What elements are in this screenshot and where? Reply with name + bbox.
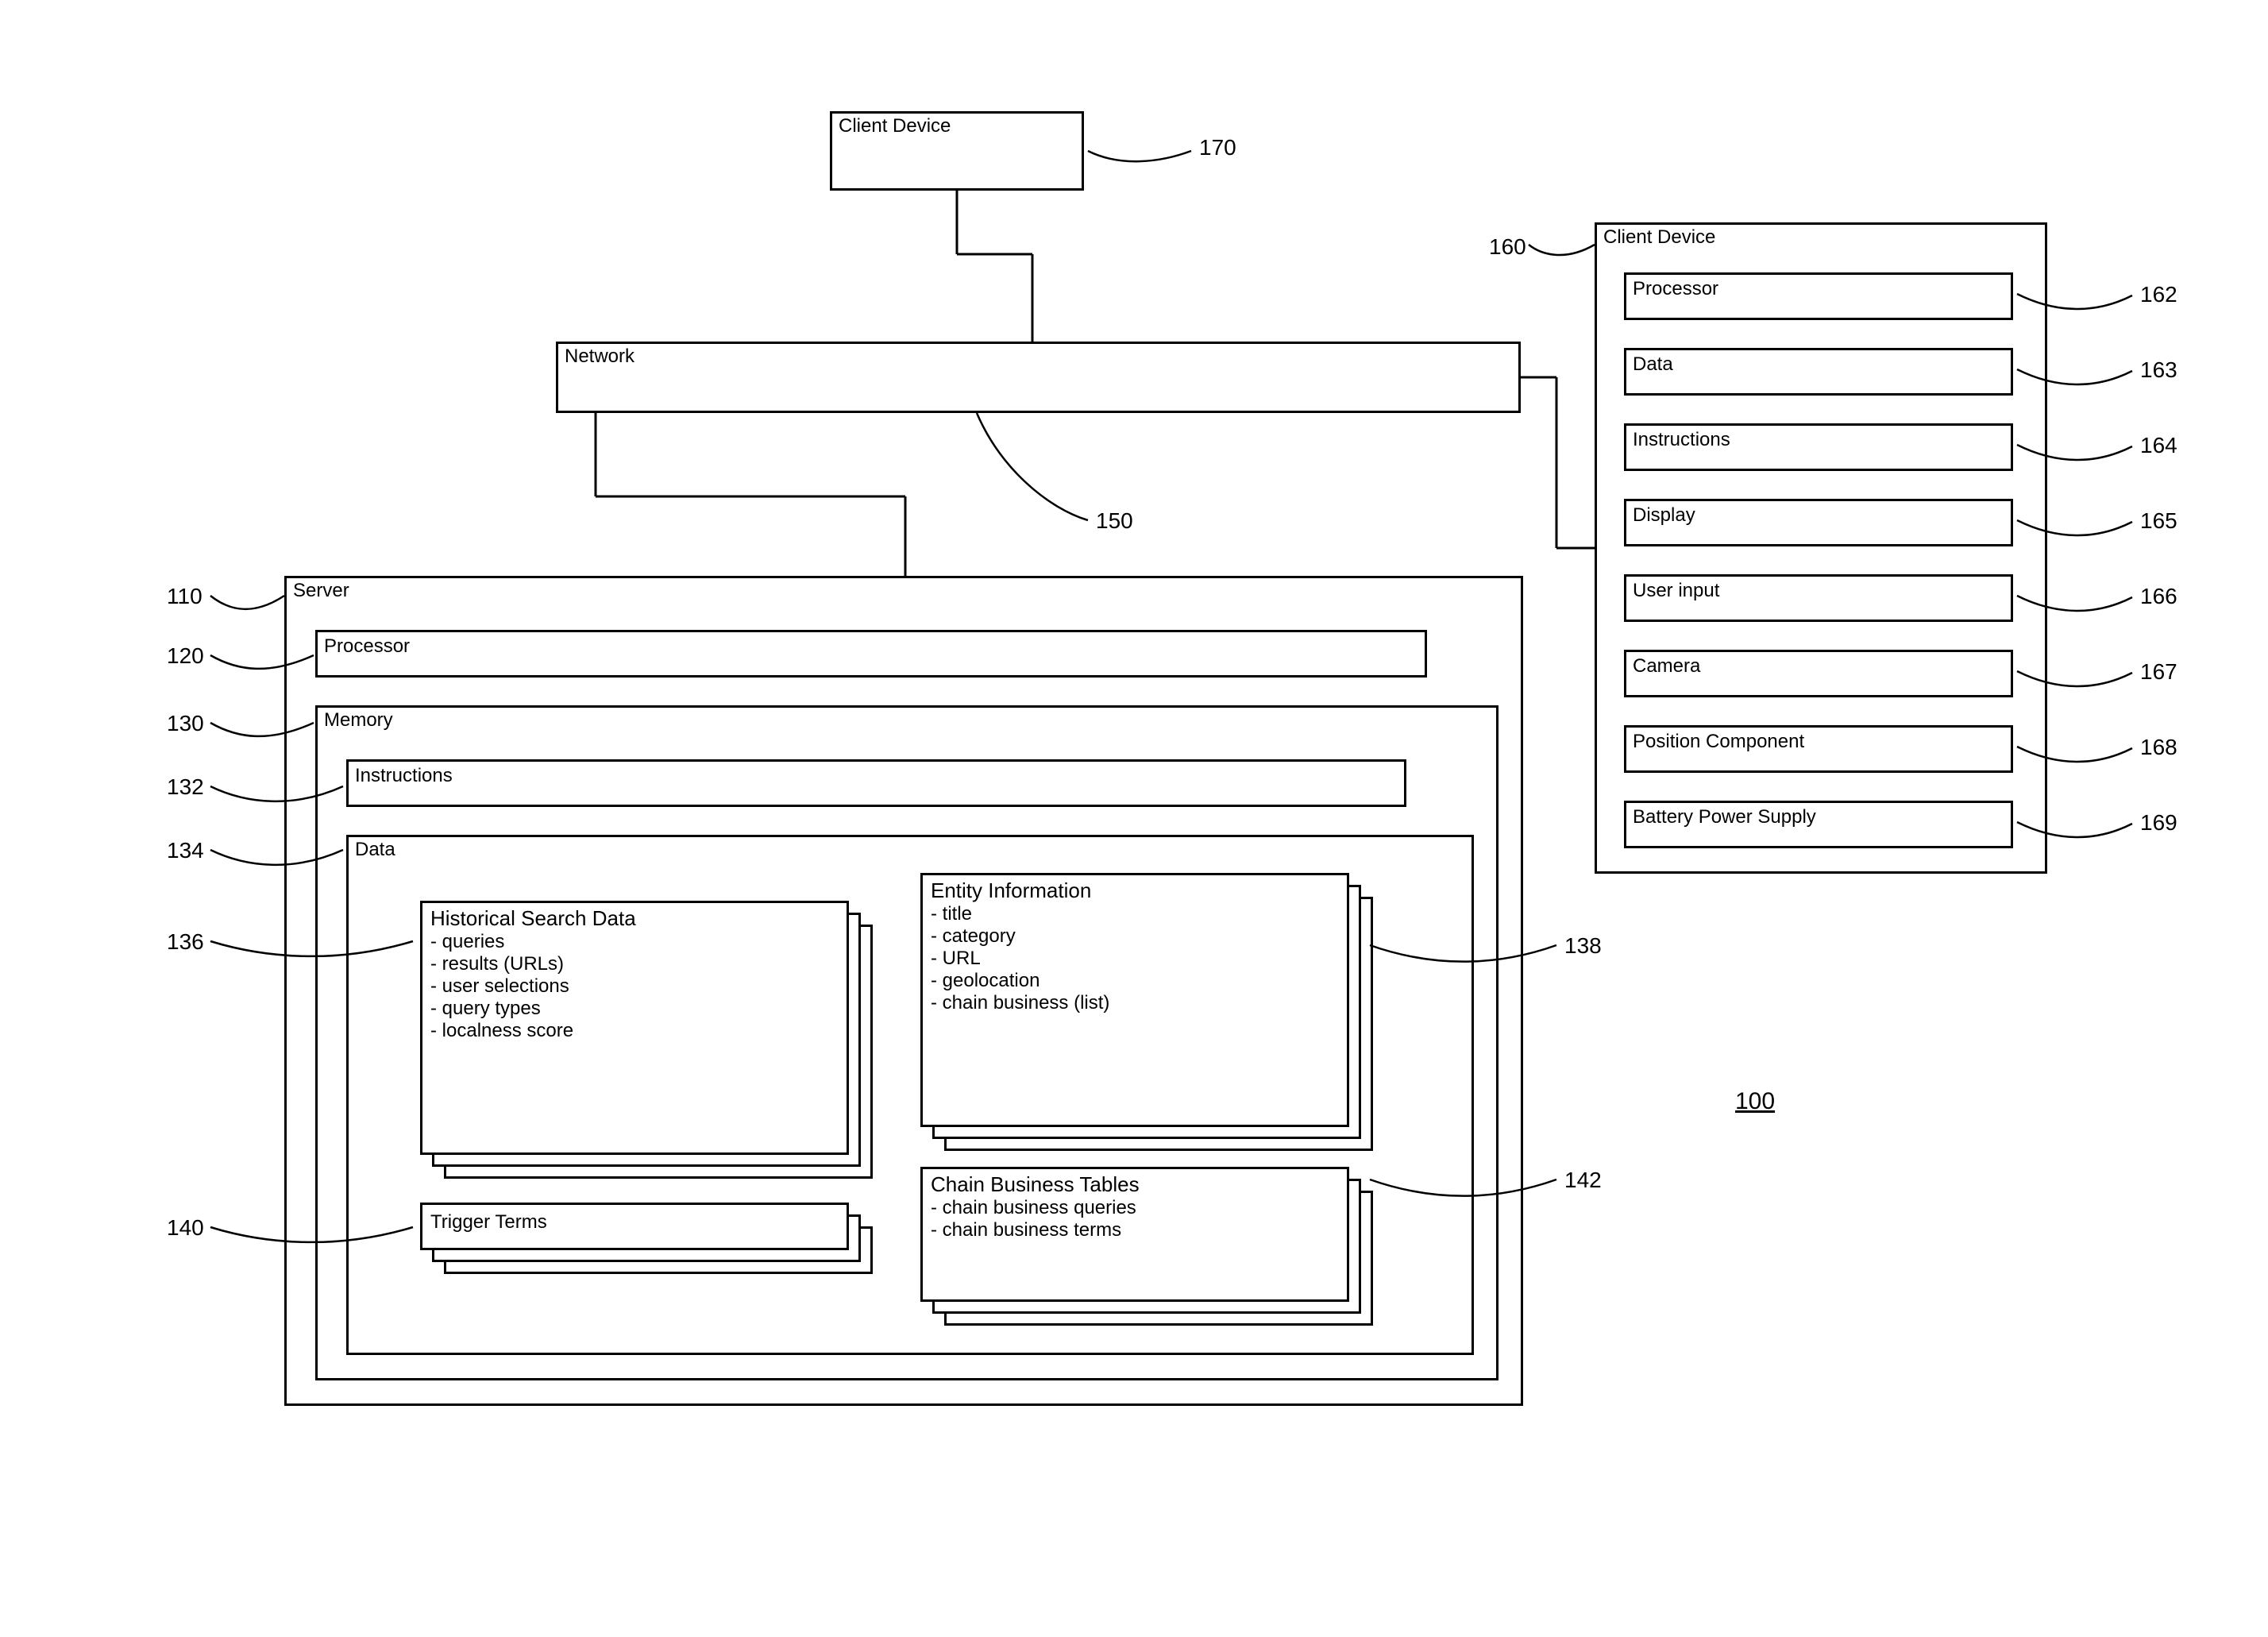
ref-165: 165 [2140, 508, 2177, 534]
server-memory-label: Memory [324, 709, 393, 732]
memory-data-label: Data [355, 839, 395, 861]
client-row-4-label: User input [1633, 580, 1719, 601]
memory-instructions: Instructions [346, 759, 1406, 807]
client-row-3: Display [1624, 499, 2013, 546]
ref-162: 162 [2140, 282, 2177, 307]
ref-166: 166 [2140, 584, 2177, 609]
ref-150: 150 [1096, 508, 1133, 534]
ref-164: 164 [2140, 433, 2177, 458]
client-row-2: Instructions [1624, 423, 2013, 471]
memory-data: Data Historical Search Data - queries - … [346, 835, 1474, 1355]
ref-138: 138 [1564, 933, 1602, 959]
entity-item-3: - geolocation [931, 970, 1339, 992]
ref-134: 134 [167, 838, 204, 863]
client-row-5-label: Camera [1633, 655, 1700, 677]
client-row-7: Battery Power Supply [1624, 801, 2013, 848]
client-row-6: Position Component [1624, 725, 2013, 773]
client-device-right-label: Client Device [1603, 226, 1715, 249]
client-row-0: Processor [1624, 272, 2013, 320]
client-row-6-label: Position Component [1633, 731, 1804, 752]
ref-140: 140 [167, 1215, 204, 1241]
client-device-right: Client Device Processor Data Instruction… [1595, 222, 2047, 874]
client-row-2-label: Instructions [1633, 429, 1730, 450]
hist-item-0: - queries [430, 931, 839, 953]
hist-item-4: - localness score [430, 1020, 839, 1042]
ref-169: 169 [2140, 810, 2177, 836]
entity-information-stack: Entity Information - title - category - … [920, 873, 1349, 1127]
server-processor-label: Processor [324, 635, 410, 657]
historical-search-data-stack: Historical Search Data - queries - resul… [420, 901, 849, 1155]
hist-item-2: - user selections [430, 975, 839, 998]
entity-title: Entity Information [931, 878, 1339, 903]
client-row-1: Data [1624, 348, 2013, 396]
ref-160: 160 [1489, 234, 1526, 260]
ref-110: 110 [167, 584, 202, 609]
trigger-terms-stack: Trigger Terms [420, 1203, 849, 1250]
hist-item-3: - query types [430, 998, 839, 1020]
network-label: Network [565, 346, 634, 368]
trigger-title: Trigger Terms [430, 1211, 547, 1233]
client-row-1-label: Data [1633, 353, 1673, 375]
client-device-top: Client Device [830, 111, 1084, 191]
client-row-3-label: Display [1633, 504, 1695, 526]
ref-136: 136 [167, 929, 204, 955]
server-memory: Memory Instructions Data Historical Sear… [315, 705, 1498, 1380]
client-row-0-label: Processor [1633, 278, 1718, 299]
chain-item-1: - chain business terms [931, 1219, 1339, 1241]
entity-item-4: - chain business (list) [931, 992, 1339, 1014]
memory-instructions-label: Instructions [355, 765, 453, 786]
figure-ref: 100 [1735, 1088, 1775, 1115]
entity-item-2: - URL [931, 948, 1339, 970]
client-row-7-label: Battery Power Supply [1633, 806, 1816, 828]
network-box: Network [556, 342, 1521, 413]
chain-item-0: - chain business queries [931, 1197, 1339, 1219]
ref-168: 168 [2140, 735, 2177, 760]
server-label: Server [293, 580, 349, 602]
entity-item-0: - title [931, 903, 1339, 925]
chain-title: Chain Business Tables [931, 1172, 1339, 1197]
ref-142: 142 [1564, 1168, 1602, 1193]
server-processor: Processor [315, 630, 1427, 678]
client-row-5: Camera [1624, 650, 2013, 697]
ref-167: 167 [2140, 659, 2177, 685]
ref-132: 132 [167, 774, 204, 800]
ref-120: 120 [167, 643, 204, 669]
ref-170: 170 [1199, 135, 1236, 160]
client-device-top-label: Client Device [839, 115, 951, 137]
entity-item-1: - category [931, 925, 1339, 948]
server-box: Server Processor Memory Instructions Dat… [284, 576, 1523, 1406]
client-row-4: User input [1624, 574, 2013, 622]
ref-130: 130 [167, 711, 204, 736]
hist-title: Historical Search Data [430, 906, 839, 931]
ref-163: 163 [2140, 357, 2177, 383]
hist-item-1: - results (URLs) [430, 953, 839, 975]
chain-business-stack: Chain Business Tables - chain business q… [920, 1167, 1349, 1302]
